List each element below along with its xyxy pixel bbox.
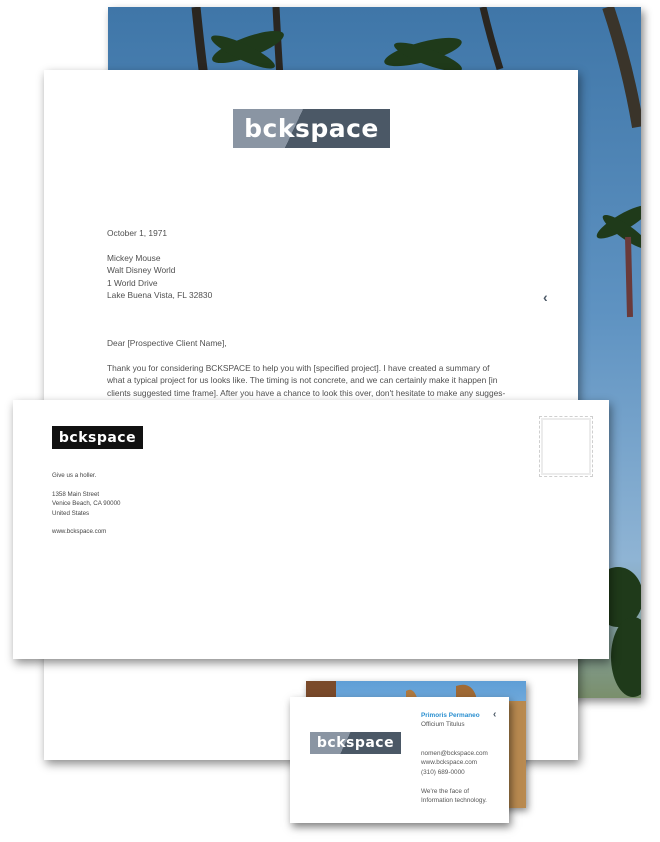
address-line: Lake Buena Vista, FL 32830 [107, 290, 213, 301]
card-title: Officium Titulus [421, 721, 465, 729]
address-line: Walt Disney World [107, 265, 176, 276]
address-line: Mickey Mouse [107, 253, 161, 263]
envelope-website: www.bckspace.com [52, 528, 107, 535]
business-card: bckspace ‹ Primoris Permaneo Officium Ti… [290, 697, 509, 823]
letter-date: October 1, 1971 [107, 228, 168, 238]
card-contact-info: Primoris Permaneo Officium Titulus nomen… [421, 711, 488, 806]
body-line: Thank you for considering BCKSPACE to he… [107, 363, 490, 373]
card-phone: (310) 689-0000 [421, 768, 465, 776]
chevron-left-icon: ‹ [493, 709, 497, 720]
address-line: 1 World Drive [107, 277, 158, 288]
letter-paragraph: Thank you for considering BCKSPACE to he… [107, 362, 527, 399]
bckspace-logo-envelope: bckspace [52, 426, 143, 449]
bckspace-logo-card: bckspace [310, 732, 401, 754]
card-email: nomen@bckspace.com [421, 749, 488, 757]
bckspace-logo: bckspace [233, 109, 390, 148]
card-website: www.bckspace.com [421, 759, 478, 767]
stamp-placeholder [539, 416, 593, 477]
card-slogan: We're the face of [421, 788, 469, 796]
return-address: Give us a holler. 1358 Main Street Venic… [52, 471, 120, 537]
address-line: 1358 Main Street [52, 490, 100, 498]
chevron-left-icon: ‹ [543, 289, 548, 305]
envelope-tagline: Give us a holler. [52, 472, 97, 479]
body-line: what a typical project for us looks like… [107, 375, 498, 386]
envelope: bckspace Give us a holler. 1358 Main Str… [13, 400, 609, 659]
recipient-address: Mickey Mouse Walt Disney World 1 World D… [107, 252, 212, 302]
card-slogan: Information technology. [421, 797, 487, 805]
card-name: Primoris Permaneo [421, 712, 480, 719]
address-line: United States [52, 509, 90, 517]
address-line: Venice Beach, CA 90000 [52, 500, 121, 507]
salutation: Dear [Prospective Client Name], [107, 338, 227, 348]
body-line: clients suggested time frame]. After you… [107, 387, 506, 398]
